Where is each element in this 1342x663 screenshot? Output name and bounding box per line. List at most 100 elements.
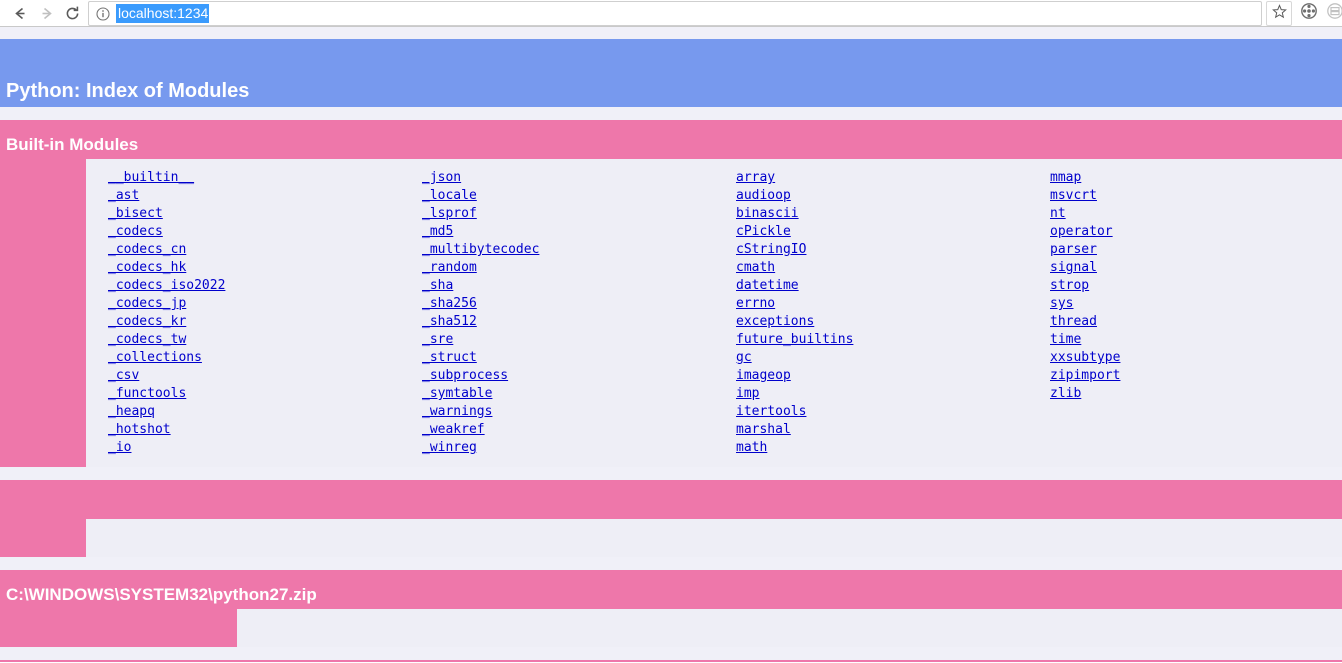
arrow-right-icon (38, 5, 55, 22)
section-content (86, 519, 1342, 557)
module-link[interactable]: _random (422, 259, 714, 277)
module-link[interactable]: signal (1050, 259, 1342, 277)
module-link[interactable]: parser (1050, 241, 1342, 259)
module-link[interactable]: _ast (108, 187, 400, 205)
module-link[interactable]: xxsubtype (1050, 349, 1342, 367)
module-link[interactable]: _sha512 (422, 313, 714, 331)
module-link[interactable]: _locale (422, 187, 714, 205)
module-link[interactable]: imageop (736, 367, 1028, 385)
section-builtin-modules: Built-in Modules __builtin__ _ast _bisect _… (0, 120, 1342, 467)
module-link[interactable]: sys (1050, 295, 1342, 313)
module-link[interactable]: _multibytecodec (422, 241, 714, 259)
module-column-3: array audioop binascii cPickle cStringIO cmat… (714, 169, 1028, 457)
module-link[interactable]: _sha (422, 277, 714, 295)
module-link[interactable]: audioop (736, 187, 1028, 205)
module-link[interactable]: _bisect (108, 205, 400, 223)
star-icon (1271, 3, 1287, 24)
section-windows-system32-python27-zip: C:\WINDOWS\SYSTEM32\python27.zip (0, 570, 1342, 647)
reload-button[interactable] (58, 0, 86, 27)
module-link[interactable]: datetime (736, 277, 1028, 295)
module-link[interactable]: _codecs_tw (108, 331, 400, 349)
module-link[interactable]: _heapq (108, 403, 400, 421)
module-link[interactable]: msvcrt (1050, 187, 1342, 205)
list-box-icon (1326, 2, 1342, 25)
module-link[interactable]: _subprocess (422, 367, 714, 385)
section-gutter (0, 519, 86, 557)
module-link[interactable]: _functools (108, 385, 400, 403)
module-link[interactable]: zipimport (1050, 367, 1342, 385)
page-title-banner: Python: Index of Modules (0, 39, 1342, 107)
module-link[interactable]: _codecs_hk (108, 259, 400, 277)
extension-list-button[interactable] (1322, 0, 1342, 27)
pydoc-page: Python: Index of Modules Built-in Module… (0, 27, 1342, 662)
module-link[interactable]: itertools (736, 403, 1028, 421)
module-link[interactable]: marshal (736, 421, 1028, 439)
module-link[interactable]: _symtable (422, 385, 714, 403)
module-link[interactable]: mmap (1050, 169, 1342, 187)
module-link[interactable]: time (1050, 331, 1342, 349)
section-heading: Built-in Modules (6, 135, 139, 154)
module-link[interactable]: operator (1050, 223, 1342, 241)
module-link[interactable]: array (736, 169, 1028, 187)
module-link[interactable]: exceptions (736, 313, 1028, 331)
module-link[interactable]: _winreg (422, 439, 714, 457)
module-link[interactable]: strop (1050, 277, 1342, 295)
module-link[interactable]: _sre (422, 331, 714, 349)
film-reel-icon (1300, 2, 1318, 25)
section-gutter (0, 609, 237, 647)
module-link[interactable]: _json (422, 169, 714, 187)
url-bar[interactable]: localhost:1234 (88, 1, 1262, 26)
module-link[interactable]: math (736, 439, 1028, 457)
module-link[interactable]: __builtin__ (108, 169, 400, 187)
bookmark-button[interactable] (1266, 1, 1292, 26)
module-link[interactable]: _md5 (422, 223, 714, 241)
section-heading: C:\WINDOWS\SYSTEM32\python27.zip (6, 585, 317, 604)
module-link[interactable]: cPickle (736, 223, 1028, 241)
info-circle-icon[interactable] (96, 6, 110, 21)
module-link[interactable]: _warnings (422, 403, 714, 421)
forward-button[interactable] (32, 0, 60, 27)
module-link[interactable]: future_builtins (736, 331, 1028, 349)
reload-icon (64, 5, 81, 22)
module-link[interactable]: _csv (108, 367, 400, 385)
module-link[interactable]: _collections (108, 349, 400, 367)
back-button[interactable] (6, 0, 34, 27)
module-link[interactable]: _lsprof (422, 205, 714, 223)
module-index-content: __builtin__ _ast _bisect _codecs _codecs_cn _… (86, 159, 1342, 467)
module-link[interactable]: _codecs_iso2022 (108, 277, 400, 295)
module-link[interactable]: _codecs_jp (108, 295, 400, 313)
section-header: C:\WINDOWS\SYSTEM32\python27.zip (0, 570, 1342, 609)
browser-toolbar: localhost:1234 (0, 0, 1342, 27)
module-link[interactable]: gc (736, 349, 1028, 367)
arrow-left-icon (12, 5, 29, 22)
module-link[interactable]: binascii (736, 205, 1028, 223)
module-link[interactable]: thread (1050, 313, 1342, 331)
module-link[interactable]: nt (1050, 205, 1342, 223)
module-table: __builtin__ _ast _bisect _codecs _codecs_cn _… (86, 169, 1342, 457)
module-link[interactable]: _hotshot (108, 421, 400, 439)
section-content (237, 609, 1342, 647)
section-header: C:\Python27\DLLs (0, 660, 1342, 662)
table-row: __builtin__ _ast _bisect _codecs _codecs_cn _… (86, 169, 1342, 457)
module-link[interactable]: _sha256 (422, 295, 714, 313)
module-link[interactable]: _codecs_cn (108, 241, 400, 259)
module-link[interactable]: _struct (422, 349, 714, 367)
section-header: Built-in Modules (0, 120, 1342, 159)
module-column-1: __builtin__ _ast _bisect _codecs _codecs_cn _… (86, 169, 400, 457)
section-empty-path (0, 480, 1342, 557)
module-link[interactable]: cmath (736, 259, 1028, 277)
section-body (0, 519, 1342, 557)
extension-film-button[interactable] (1296, 0, 1322, 27)
section-python27-dlls: C:\Python27\DLLs (0, 660, 1342, 662)
module-link[interactable]: _weakref (422, 421, 714, 439)
module-link[interactable]: zlib (1050, 385, 1342, 403)
module-link[interactable]: _codecs (108, 223, 400, 241)
module-column-4: mmap msvcrt nt operator parser signal strop sys… (1028, 169, 1342, 457)
section-body: __builtin__ _ast _bisect _codecs _codecs_cn _… (0, 159, 1342, 467)
module-link[interactable]: cStringIO (736, 241, 1028, 259)
module-link[interactable]: imp (736, 385, 1028, 403)
module-link[interactable]: _io (108, 439, 400, 457)
module-link[interactable]: errno (736, 295, 1028, 313)
module-link[interactable]: _codecs_kr (108, 313, 400, 331)
url-input[interactable]: localhost:1234 (116, 4, 210, 23)
